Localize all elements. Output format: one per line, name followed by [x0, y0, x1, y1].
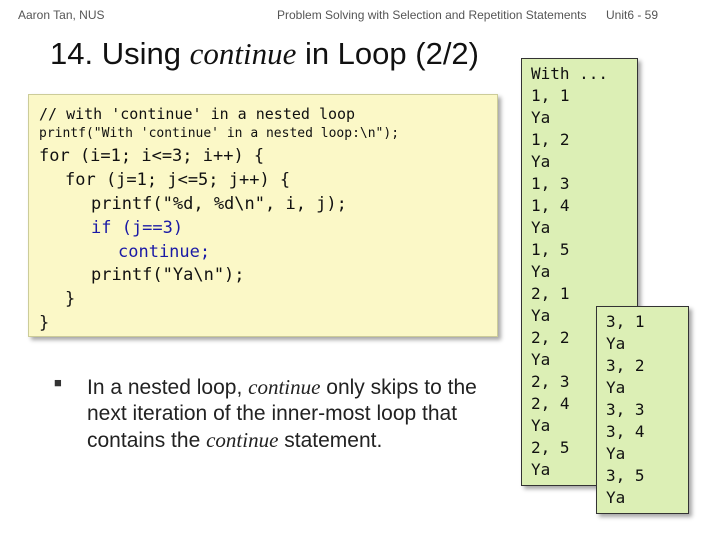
title-keyword: continue [189, 36, 297, 71]
output-line: Ya [531, 108, 551, 127]
bullet-text-before: In a nested loop, [87, 376, 249, 399]
output-line: 2, 1 [531, 284, 570, 303]
output-line: Ya [606, 444, 626, 463]
code-printf-ij: printf("%d, %d\n", i, j); [91, 194, 347, 214]
code-continue: continue; [118, 242, 211, 262]
output-line: Ya [531, 218, 551, 237]
output-line: 2, 4 [531, 394, 570, 413]
output-line: With ... [531, 64, 609, 83]
title-suffix: in Loop (2/2) [296, 36, 479, 71]
code-for-outer: for (i=1; i<=3; i++) { [39, 146, 265, 166]
bullet-keyword-2: continue [206, 428, 279, 452]
header-course-title: Problem Solving with Selection and Repet… [277, 8, 587, 22]
output-line: 1, 1 [531, 86, 570, 105]
output-line: 3, 1 [606, 312, 645, 331]
output-line: Ya [531, 350, 551, 369]
output-line: Ya [531, 262, 551, 281]
bullet-icon: ■ [54, 375, 62, 390]
code-for-inner: for (j=1; j<=5; j++) { [65, 170, 291, 190]
output-line: 3, 3 [606, 400, 645, 419]
output-line: Ya [531, 306, 551, 325]
output-line: Ya [606, 334, 626, 353]
output-line: 2, 3 [531, 372, 570, 391]
bullet-text-after: statement. [278, 429, 383, 452]
code-box: // with 'continue' in a nested loop prin… [28, 94, 498, 337]
output-line: Ya [531, 152, 551, 171]
output-line: Ya [531, 416, 551, 435]
code-close-outer: } [39, 313, 50, 333]
slide-title: 14. Using continue in Loop (2/2) [50, 36, 479, 72]
output-box-right: 3, 1 Ya 3, 2 Ya 3, 3 3, 4 Ya 3, 5 Ya [596, 306, 689, 514]
header-author: Aaron Tan, NUS [18, 8, 105, 22]
output-line: Ya [606, 378, 626, 397]
output-line: 1, 4 [531, 196, 570, 215]
output-line: 3, 5 [606, 466, 645, 485]
code-comment: // with 'continue' in a nested loop [39, 105, 356, 123]
output-line: Ya [606, 488, 626, 507]
code-close-inner: } [65, 289, 76, 309]
code-printf-ya: printf("Ya\n"); [91, 265, 245, 285]
output-line: 2, 5 [531, 438, 570, 457]
bullet-keyword-1: continue [248, 375, 321, 399]
output-line: 2, 2 [531, 328, 570, 347]
output-line: 3, 4 [606, 422, 645, 441]
code-if: if (j==3) [91, 218, 184, 238]
code-printf-header: printf("With 'continue' in a nested loop… [39, 126, 400, 141]
output-line: 1, 5 [531, 240, 570, 259]
bullet-text: In a nested loop, continue only skips to… [87, 374, 487, 454]
header-slide-number: Unit6 - 59 [606, 8, 659, 22]
output-line: 3, 2 [606, 356, 645, 375]
output-line: 1, 3 [531, 174, 570, 193]
output-line: 1, 2 [531, 130, 570, 149]
output-line: Ya [531, 460, 551, 479]
title-prefix: 14. Using [50, 36, 190, 71]
